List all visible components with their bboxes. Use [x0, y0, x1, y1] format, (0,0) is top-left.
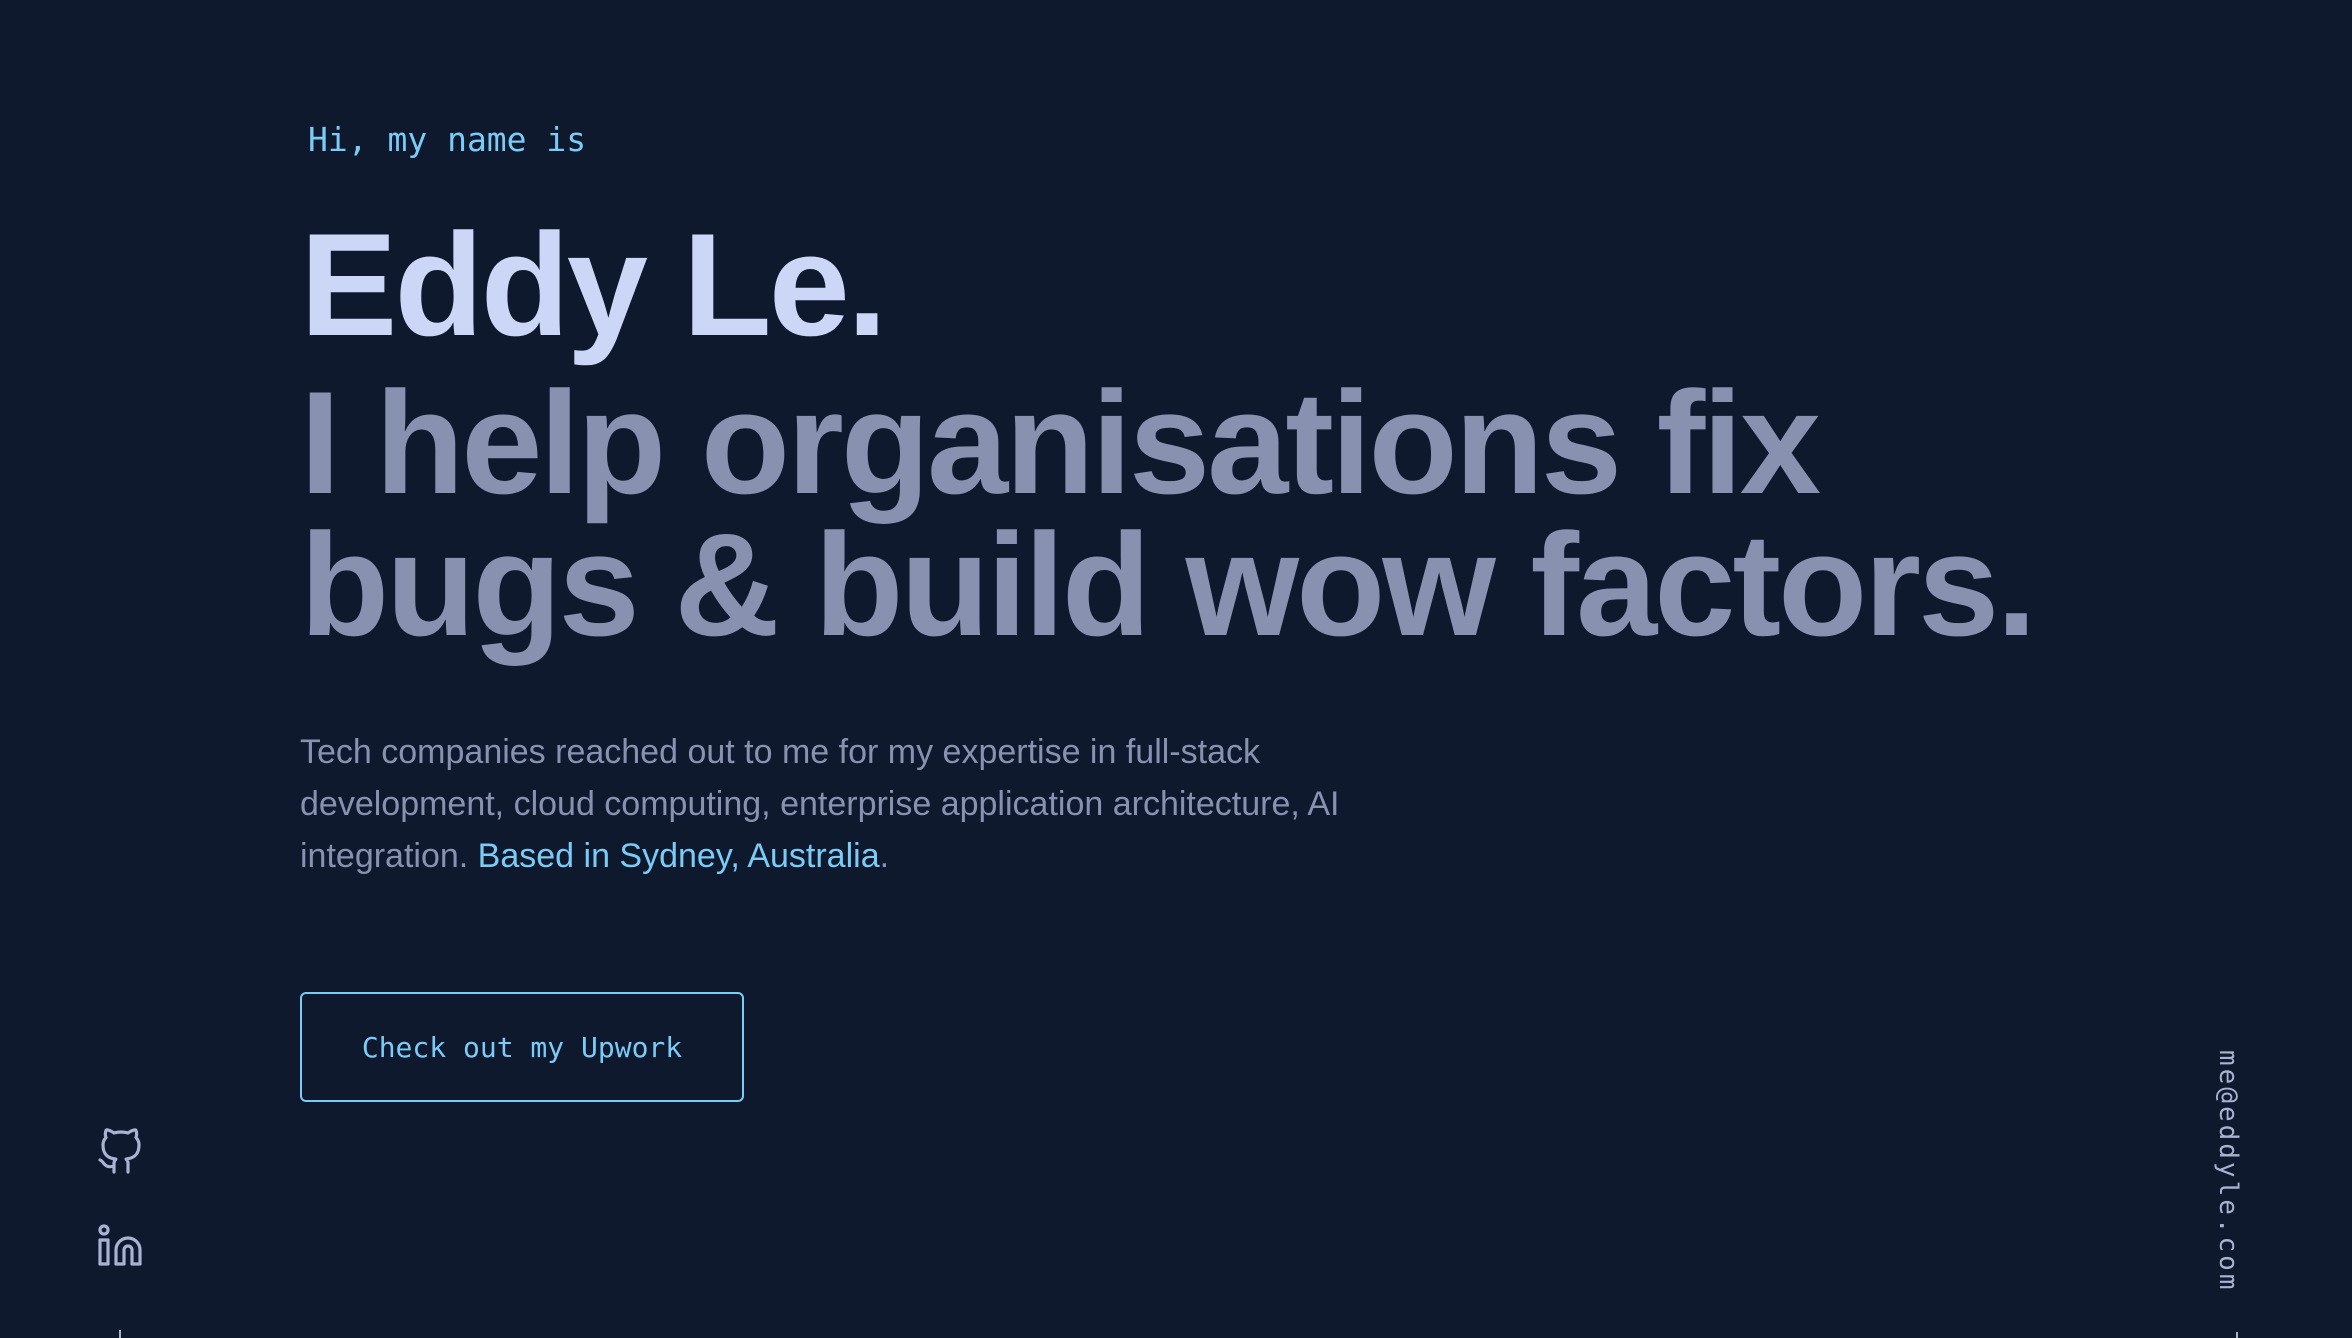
bio-line-3-prefix: integration. — [300, 837, 478, 875]
tagline-line-2: bugs & build wow factors. — [300, 503, 2037, 666]
github-link[interactable] — [96, 1128, 144, 1176]
social-links — [96, 1128, 144, 1316]
hero-bio: Tech companies reached out to me for my … — [300, 726, 1420, 882]
email-divider-line — [2236, 1332, 2238, 1338]
bio-line-3-suffix: . — [879, 837, 890, 875]
bio-line-1: Tech companies reached out to me for my … — [300, 733, 1260, 771]
github-icon — [98, 1128, 141, 1174]
tagline-line-1: I help organisations fix — [300, 361, 1821, 524]
email-link[interactable]: me@eddyle.com — [2213, 1050, 2243, 1293]
upwork-button[interactable]: Check out my Upwork — [300, 992, 744, 1102]
location-link[interactable]: Based in Sydney, Australia — [478, 837, 880, 875]
bio-line-2: development, cloud computing, enterprise… — [300, 785, 1340, 823]
hero-name: Eddy Le. — [300, 203, 887, 366]
hero-tagline: I help organisations fix bugs & build wo… — [300, 361, 2100, 666]
social-divider-line — [119, 1330, 121, 1338]
greeting-text: Hi, my name is — [308, 120, 587, 159]
linkedin-link[interactable] — [96, 1222, 144, 1270]
linkedin-icon — [98, 1224, 142, 1266]
bio-line-3: integration. Based in Sydney, Australia. — [300, 830, 1420, 882]
